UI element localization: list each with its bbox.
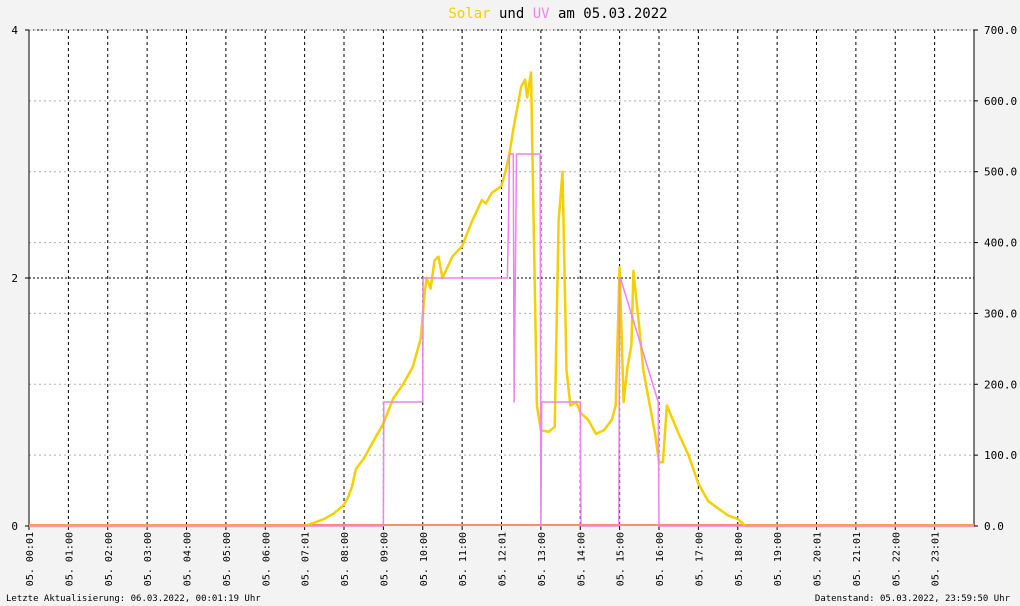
x-tick-label: 05. 14:00 bbox=[576, 532, 587, 586]
solar-uv-chart: 0 2 4 0.0 100.0 200.0 300.0 400.0 500.0 600.0 700… bbox=[0, 0, 1020, 606]
x-tick-label: 05. 01:00 bbox=[64, 532, 75, 586]
x-tick-label: 05. 23:01 bbox=[931, 532, 942, 586]
right-tick-label: 300.0 bbox=[984, 307, 1017, 320]
x-tick-label: 05. 19:00 bbox=[773, 532, 784, 586]
title-uv: UV bbox=[533, 6, 550, 22]
x-tick-label: 05. 07:01 bbox=[301, 532, 312, 586]
x-tick-label: 05. 17:00 bbox=[694, 532, 705, 586]
right-tick-label: 100.0 bbox=[984, 449, 1017, 462]
x-tick-label: 05. 10:00 bbox=[419, 532, 430, 586]
x-tick-label: 05. 15:00 bbox=[616, 532, 627, 586]
x-tick-label: 05. 13:00 bbox=[537, 532, 548, 586]
x-tick-label: 05. 08:00 bbox=[340, 532, 351, 586]
left-tick-label: 4 bbox=[11, 24, 18, 37]
footer-data-status: Datenstand: 05.03.2022, 23:59:50 Uhr bbox=[815, 594, 1011, 604]
right-tick-label: 600.0 bbox=[984, 95, 1017, 108]
right-tick-label: 200.0 bbox=[984, 378, 1017, 391]
right-tick-label: 0.0 bbox=[984, 520, 1004, 533]
left-tick-label: 2 bbox=[11, 272, 18, 285]
x-tick-label: 05. 02:00 bbox=[104, 532, 115, 586]
footer-last-update: Letzte Aktualisierung: 06.03.2022, 00:01… bbox=[6, 594, 261, 604]
x-tick-label: 05. 03:00 bbox=[143, 532, 154, 586]
right-tick-label: 700.0 bbox=[984, 24, 1017, 37]
chart-title: Solar und UV am 05.03.2022 bbox=[448, 6, 667, 22]
left-tick-label: 0 bbox=[11, 520, 18, 533]
x-tick-label: 05. 06:00 bbox=[261, 532, 272, 586]
x-tick-label: 05. 22:00 bbox=[891, 532, 902, 586]
x-tick-label: 05. 05:00 bbox=[222, 532, 233, 586]
x-tick-label: 05. 16:00 bbox=[655, 532, 666, 586]
title-date: am 05.03.2022 bbox=[550, 6, 668, 22]
x-tick-label: 05. 04:00 bbox=[183, 532, 194, 586]
x-tick-label: 05. 21:01 bbox=[852, 532, 863, 586]
x-tick-label: 05. 00:01 bbox=[25, 532, 36, 586]
right-tick-label: 500.0 bbox=[984, 166, 1017, 179]
title-solar: Solar bbox=[448, 6, 490, 22]
x-tick-label: 05. 18:00 bbox=[734, 532, 745, 586]
right-tick-label: 400.0 bbox=[984, 237, 1017, 250]
title-und: und bbox=[491, 6, 533, 22]
x-tick-label: 05. 09:00 bbox=[379, 532, 390, 586]
x-tick-label: 05. 12:01 bbox=[498, 532, 509, 586]
x-tick-label: 05. 20:01 bbox=[813, 532, 824, 586]
x-tick-label: 05. 11:00 bbox=[458, 532, 469, 586]
